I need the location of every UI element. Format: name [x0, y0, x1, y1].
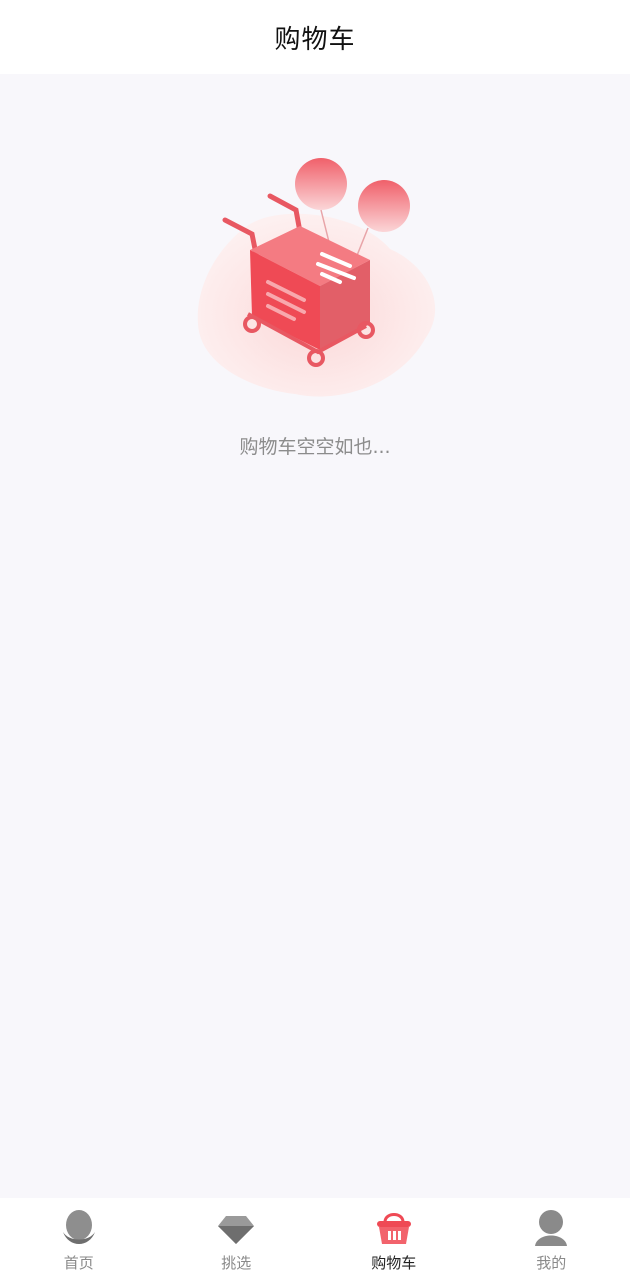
tab-cart[interactable]: 购物车: [315, 1198, 473, 1280]
tab-home[interactable]: 首页: [0, 1198, 158, 1280]
profile-icon: [535, 1210, 568, 1246]
bottom-tab-bar: 首页 挑选 购物车 我的: [0, 1198, 630, 1280]
tab-mine[interactable]: 我的: [473, 1198, 630, 1280]
tab-home-label: 首页: [63, 1254, 94, 1272]
app-header: 购物车: [0, 0, 630, 74]
basket-icon: [376, 1213, 411, 1244]
main-content: 购物车空空如也...: [0, 74, 630, 1198]
tab-cart-label: 购物车: [371, 1254, 417, 1272]
page-title: 购物车: [274, 24, 356, 55]
home-icon: [62, 1210, 95, 1244]
empty-cart-illustration: [197, 158, 436, 397]
diamond-icon: [218, 1216, 255, 1244]
tab-mine-label: 我的: [536, 1254, 567, 1272]
empty-cart-message: 购物车空空如也...: [239, 436, 391, 458]
tab-pick-label: 挑选: [221, 1254, 252, 1272]
tab-pick[interactable]: 挑选: [158, 1198, 316, 1280]
